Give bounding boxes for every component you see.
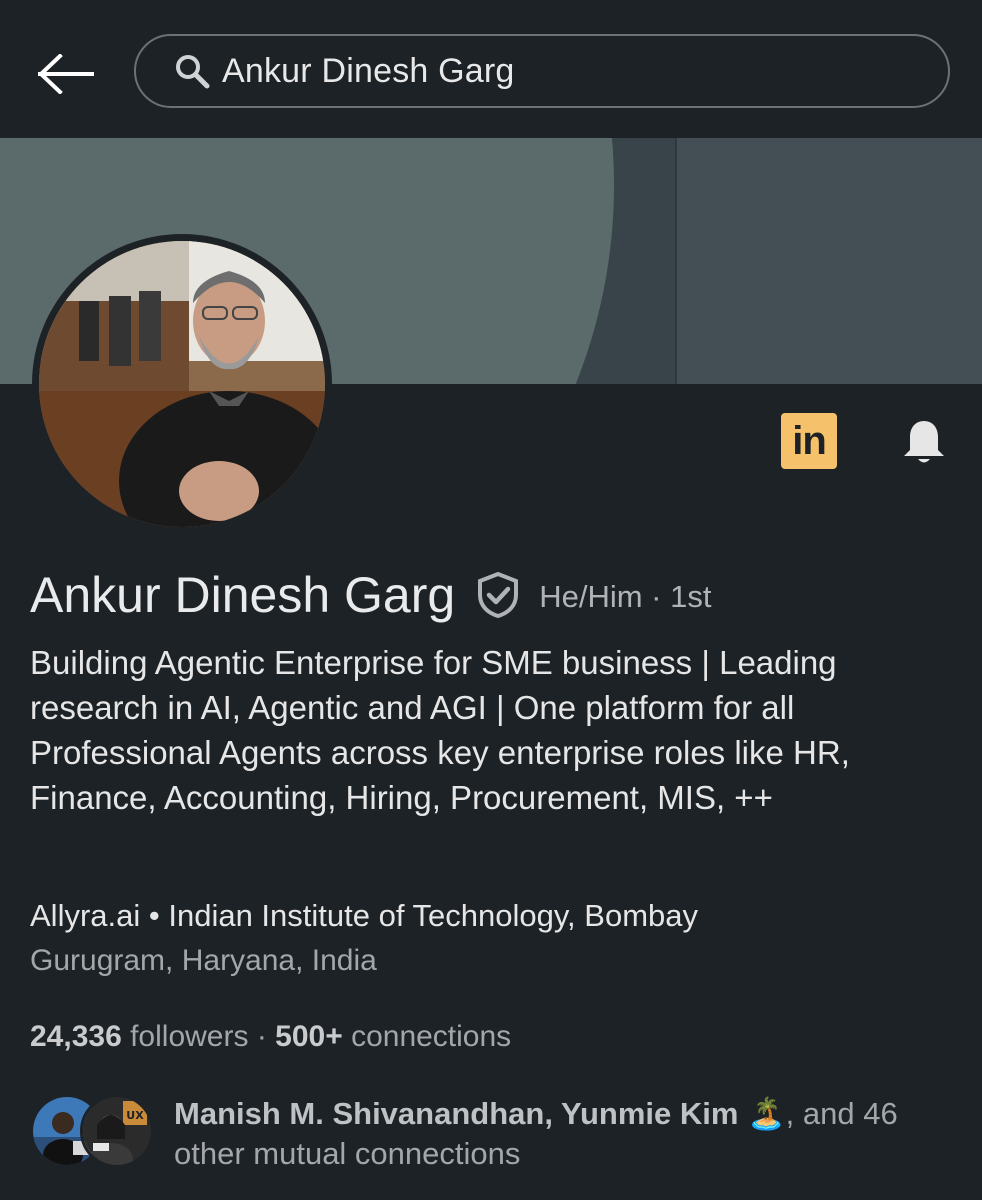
cover-panel: [675, 138, 982, 384]
followers-label: followers: [121, 1020, 249, 1053]
connections-count[interactable]: 500+: [275, 1020, 343, 1053]
profile-stats: 24,336 followers · 500+ connections: [30, 1020, 511, 1054]
search-input[interactable]: Ankur Dinesh Garg: [222, 52, 515, 91]
arrow-left-icon: [38, 54, 94, 94]
linkedin-badge-text: in: [792, 418, 827, 463]
verified-shield-icon[interactable]: [475, 570, 523, 620]
top-bar: Ankur Dinesh Garg: [0, 0, 982, 138]
profile-location: Gurugram, Haryana, India: [30, 944, 377, 977]
linkedin-logo-icon[interactable]: in: [781, 413, 837, 469]
bell-icon[interactable]: [896, 414, 952, 470]
connections-label[interactable]: connections: [343, 1020, 511, 1053]
profile-name: Ankur Dinesh Garg: [30, 567, 456, 623]
mutual-avatar: UX: [80, 1094, 154, 1168]
mutual-connections-text[interactable]: Manish M. Shivanandhan, Yunmie Kim 🏝️, a…: [174, 1094, 964, 1174]
back-button[interactable]: [30, 40, 102, 108]
profile-photo: [39, 241, 325, 527]
search-icon: [174, 52, 212, 90]
mutual-avatars[interactable]: UX: [30, 1094, 156, 1170]
stats-dot: ·: [248, 1020, 276, 1053]
svg-text:UX: UX: [126, 1109, 144, 1122]
pronoun-degree: He/Him · 1st: [539, 579, 712, 614]
followers-count: 24,336: [30, 1020, 122, 1053]
profile-headline: Building Agentic Enterprise for SME busi…: [30, 644, 850, 816]
school-name[interactable]: Indian Institute of Technology, Bombay: [168, 898, 698, 933]
company-school-line: Allyra.ai • Indian Institute of Technolo…: [30, 898, 698, 934]
name-row: Ankur Dinesh Garg He/Him · 1st: [30, 566, 711, 624]
company-name[interactable]: Allyra.ai: [30, 898, 140, 933]
mutual-names: Manish M. Shivanandhan, Yunmie Kim: [174, 1096, 739, 1131]
separator: •: [140, 898, 169, 933]
profile-avatar[interactable]: [32, 234, 332, 534]
search-bar[interactable]: Ankur Dinesh Garg: [134, 34, 950, 108]
island-emoji: 🏝️: [738, 1096, 786, 1131]
